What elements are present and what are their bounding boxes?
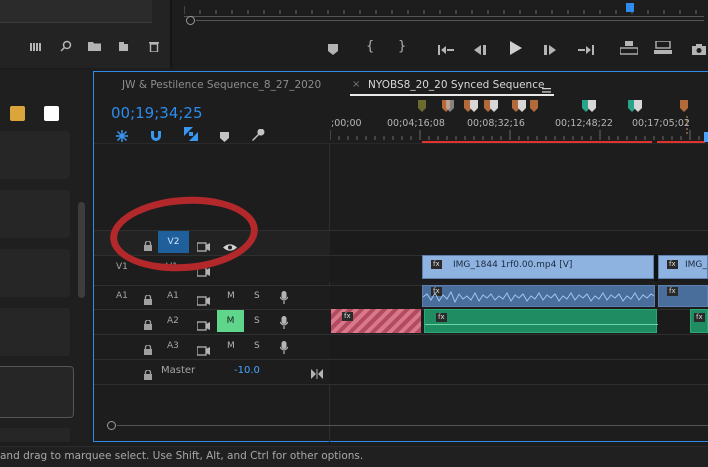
marker-icon[interactable] xyxy=(328,41,338,60)
fx-badge: fx xyxy=(694,313,705,322)
source-patch-a1[interactable]: A1 xyxy=(116,291,128,301)
microphone-icon-a1[interactable] xyxy=(279,289,289,308)
timeline-zoom-handle[interactable] xyxy=(107,421,116,430)
solo-button-a2[interactable]: S xyxy=(254,316,260,326)
label-swatch-white[interactable] xyxy=(44,106,59,121)
fx-badge: fx xyxy=(436,313,447,322)
solo-button-a1[interactable]: S xyxy=(254,291,260,301)
sync-lock-icon-a2[interactable] xyxy=(196,316,210,335)
step-back-icon[interactable] xyxy=(474,41,488,60)
bin-item[interactable] xyxy=(0,428,70,442)
ruler-label-3: 00;12;48;22 xyxy=(555,118,613,129)
lock-icon-a1[interactable] xyxy=(144,290,152,309)
tab-separator: × xyxy=(352,79,361,90)
fx-badge: fx xyxy=(667,260,678,269)
sync-lock-icon-a1[interactable] xyxy=(196,291,210,310)
ruler-label-0: ;00;00 xyxy=(331,118,362,129)
video-clip-img1844[interactable]: fx IMG_1844 1rf0.00.mp4 [V] xyxy=(422,255,654,279)
source-panel-scrollbox xyxy=(0,0,152,23)
lock-icon-a2[interactable] xyxy=(144,315,152,334)
program-scrub-bar[interactable] xyxy=(183,0,704,17)
folder-icon[interactable] xyxy=(88,40,101,52)
step-forward-icon[interactable] xyxy=(544,41,558,60)
track-target-a1[interactable]: A1 xyxy=(167,291,179,301)
transport-controls: { } xyxy=(320,38,708,56)
fx-badge: fx xyxy=(342,312,353,321)
lift-icon[interactable] xyxy=(619,40,639,59)
track-a3-header xyxy=(94,334,330,359)
source-patch-v1[interactable]: V1 xyxy=(116,262,128,272)
audio-clip-a1[interactable]: fx xyxy=(422,285,655,307)
audio-clip-a1-2[interactable]: fx xyxy=(658,285,708,307)
bin-item[interactable] xyxy=(0,131,70,179)
go-to-end-icon[interactable] xyxy=(311,364,323,383)
tab-nyobs-synced[interactable]: NYOBS8_20_20 Synced Sequence xyxy=(368,79,544,91)
status-text: and drag to marquee select. Use Shift, A… xyxy=(0,450,364,462)
go-to-out-icon[interactable] xyxy=(578,41,594,60)
bin-item[interactable] xyxy=(0,190,70,238)
video-clip-img-2[interactable]: fx IMG_ xyxy=(658,255,708,279)
microphone-icon-a2[interactable] xyxy=(279,314,289,333)
zoom-scroll-track[interactable] xyxy=(196,20,704,21)
panel-divider[interactable] xyxy=(170,0,172,68)
track-a1-header xyxy=(94,285,330,309)
mute-button-a2-active[interactable]: M xyxy=(217,310,244,332)
status-bar: and drag to marquee select. Use Shift, A… xyxy=(0,446,708,467)
audio-clip-a2-offline[interactable]: fx xyxy=(331,309,421,333)
audio-level-line xyxy=(425,324,658,325)
fx-badge: fx xyxy=(667,287,678,296)
add-marker-icon[interactable] xyxy=(220,128,229,147)
timeline-top-separator xyxy=(94,143,708,144)
list-view-icon[interactable] xyxy=(30,40,42,52)
left-toolbar xyxy=(0,38,170,56)
new-item-icon[interactable] xyxy=(118,40,130,52)
label-swatch-yellow[interactable] xyxy=(10,106,25,121)
mute-button-a1[interactable]: M xyxy=(227,291,235,301)
track-master-lane xyxy=(330,359,708,385)
timeline-zoom-track[interactable] xyxy=(117,425,708,426)
ruler-label-2: 00;08;32;16 xyxy=(467,118,525,129)
camera-icon[interactable] xyxy=(692,40,706,59)
edit-point-marker xyxy=(654,254,658,281)
play-icon[interactable] xyxy=(510,40,522,59)
audio-clip-a2-2[interactable]: fx xyxy=(690,309,708,333)
fx-badge: fx xyxy=(431,260,442,269)
bin-item[interactable] xyxy=(0,249,70,297)
mute-button-a3[interactable]: M xyxy=(227,341,235,351)
master-volume[interactable]: -10.0 xyxy=(234,365,260,376)
clip-name: IMG_ xyxy=(685,260,707,270)
project-scrollbar[interactable] xyxy=(78,202,85,298)
track-target-a2[interactable]: A2 xyxy=(167,316,179,326)
solo-button-a3[interactable]: S xyxy=(254,341,260,351)
clip-name: IMG_1844 1rf0.00.mp4 [V] xyxy=(453,260,573,270)
search-icon[interactable] xyxy=(60,40,72,52)
track-a2-header xyxy=(94,309,330,334)
timecode-display[interactable]: 00;19;34;25 xyxy=(111,104,203,122)
master-label: Master xyxy=(161,365,196,376)
zoom-scroll-handle[interactable] xyxy=(186,16,195,25)
bin-item[interactable] xyxy=(0,308,70,356)
go-to-in-icon[interactable] xyxy=(438,41,454,60)
lock-icon-master[interactable] xyxy=(144,365,152,384)
sync-lock-icon-a3[interactable] xyxy=(196,341,210,360)
track-a3-lane xyxy=(330,334,708,359)
ruler-label-4: 00;17;05;02 xyxy=(632,118,690,129)
microphone-icon-a3[interactable] xyxy=(279,339,289,358)
tab-jw-pestilence[interactable]: JW & Pestilence Sequence_8_27_2020 xyxy=(122,79,321,91)
track-master-header xyxy=(94,359,330,385)
extract-icon[interactable] xyxy=(654,40,672,59)
track-v2-lane xyxy=(330,230,708,255)
trash-icon[interactable] xyxy=(148,40,160,53)
track-target-a3[interactable]: A3 xyxy=(167,341,179,351)
mark-out-icon[interactable]: } xyxy=(398,39,406,54)
lock-icon-a3[interactable] xyxy=(144,340,152,359)
ruler-label-1: 00;04;16;08 xyxy=(387,118,445,129)
mark-in-icon[interactable]: { xyxy=(366,39,374,54)
bin-item-selected[interactable] xyxy=(0,366,74,418)
audio-clip-a2[interactable]: fx xyxy=(424,309,658,333)
